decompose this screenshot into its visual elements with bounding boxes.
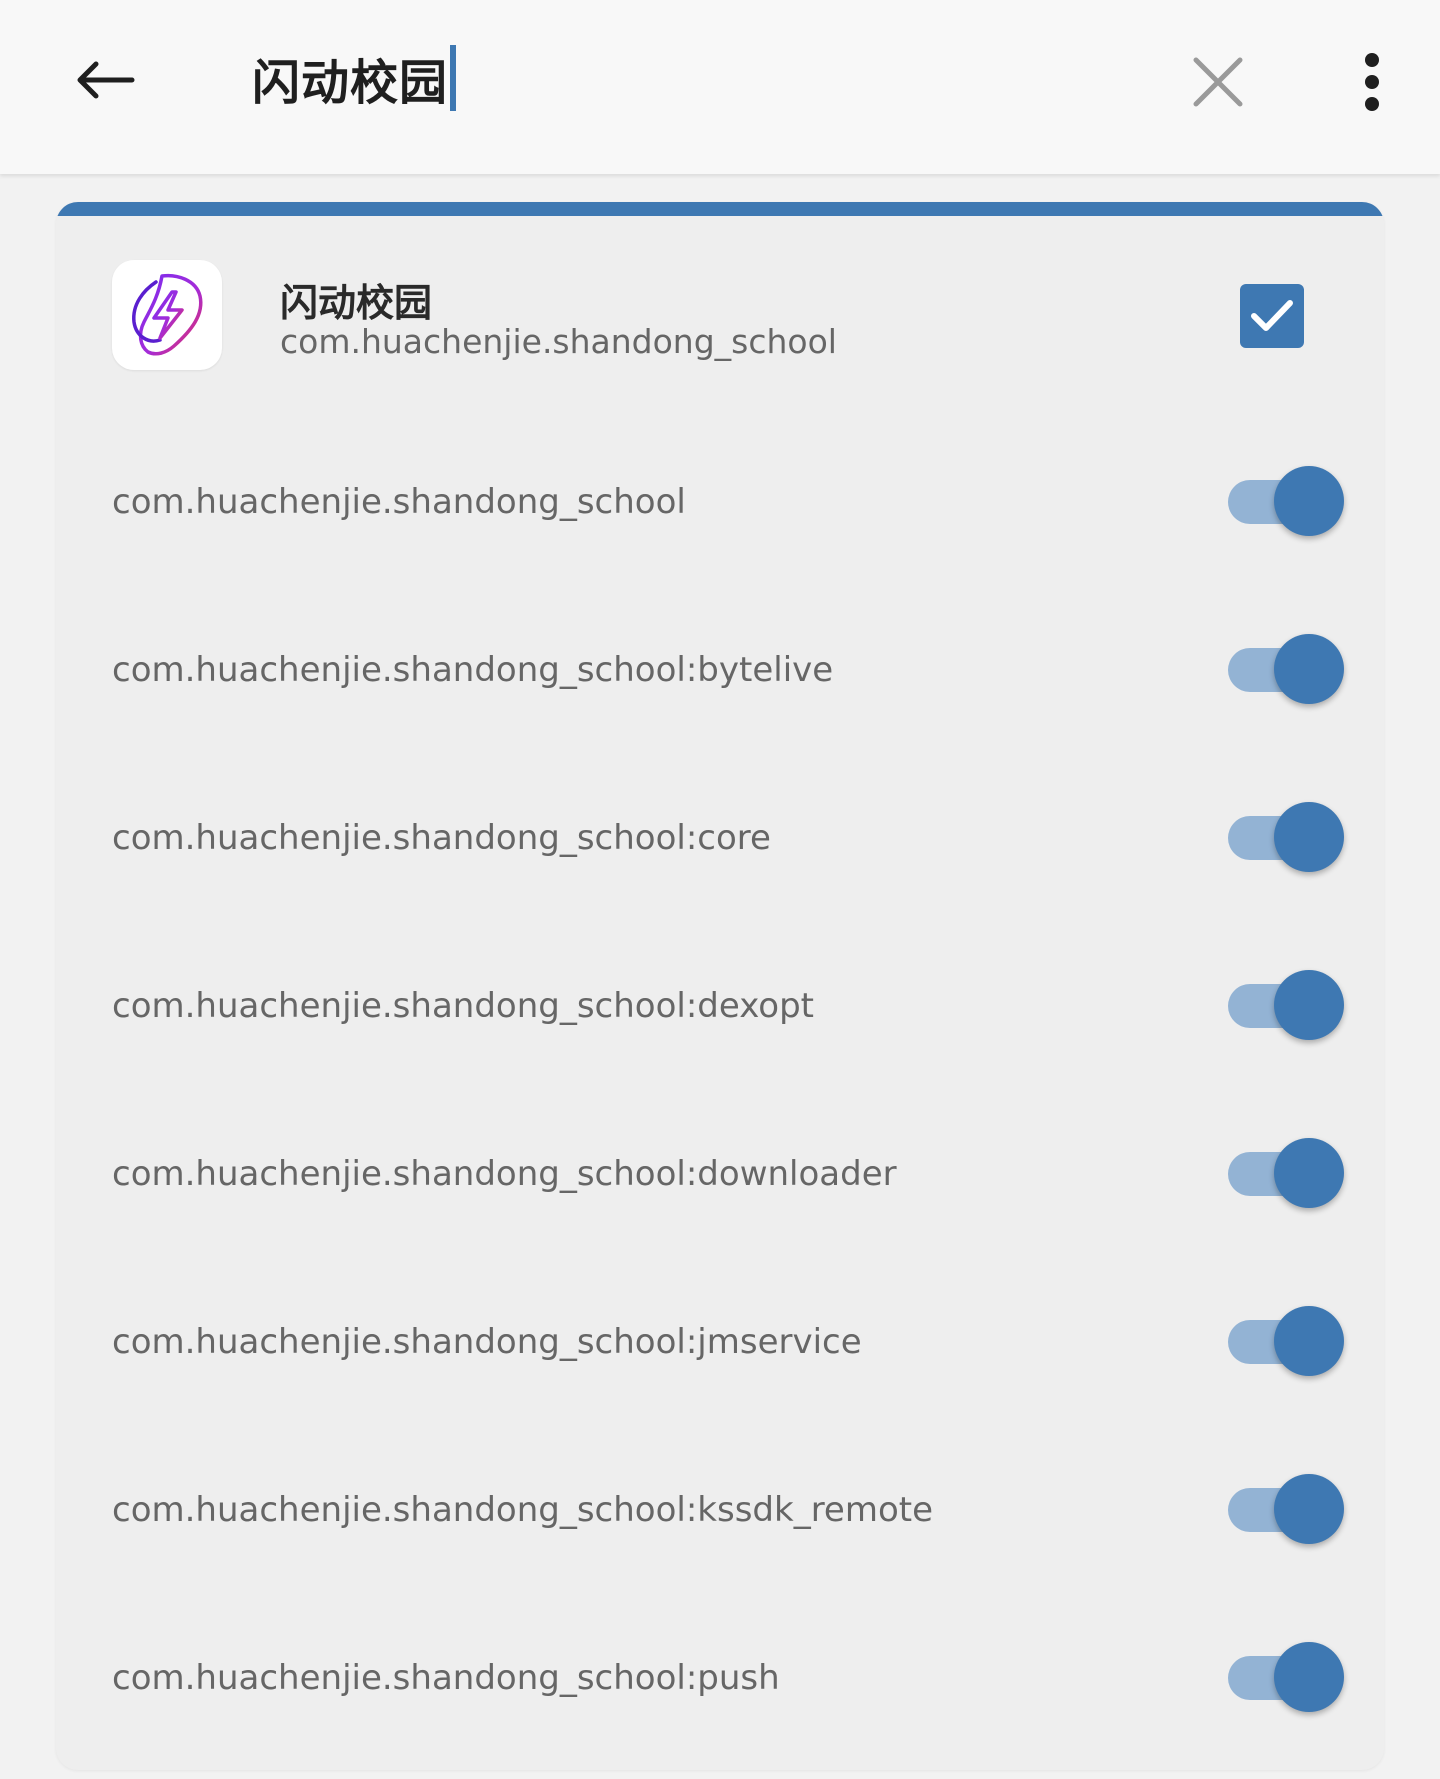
toolbar: 闪动校园	[0, 0, 1440, 174]
app-card: 闪动校园 com.huachenjie.shandong_school com.…	[56, 202, 1384, 1770]
back-button[interactable]	[56, 40, 152, 120]
app-package-name: com.huachenjie.shandong_school	[280, 322, 837, 361]
process-toggle-switch[interactable]	[1228, 802, 1348, 874]
app-header[interactable]: 闪动校园 com.huachenjie.shandong_school	[56, 216, 1384, 406]
switch-thumb	[1274, 466, 1344, 536]
text-caret	[450, 45, 457, 111]
switch-thumb	[1274, 634, 1344, 704]
app-select-checkbox[interactable]	[1240, 284, 1304, 348]
process-name: com.huachenjie.shandong_school:downloade…	[112, 1154, 897, 1194]
switch-thumb	[1274, 970, 1344, 1040]
more-options-button[interactable]	[1330, 38, 1414, 126]
process-list: com.huachenjie.shandong_school com.huache…	[56, 418, 1384, 1762]
search-field[interactable]: 闪动校园	[252, 36, 457, 120]
more-vert-icon	[1365, 53, 1379, 111]
process-row[interactable]: com.huachenjie.shandong_school:core	[56, 754, 1384, 922]
switch-thumb	[1274, 1474, 1344, 1544]
lightning-bolt-app-icon	[132, 273, 203, 356]
switch-thumb	[1274, 1138, 1344, 1208]
app-icon	[112, 260, 222, 370]
process-row[interactable]: com.huachenjie.shandong_school:push	[56, 1594, 1384, 1762]
process-name: com.huachenjie.shandong_school	[112, 482, 686, 522]
switch-thumb	[1274, 802, 1344, 872]
process-row[interactable]: com.huachenjie.shandong_school:jmservice	[56, 1258, 1384, 1426]
process-row[interactable]: com.huachenjie.shandong_school:dexopt	[56, 922, 1384, 1090]
process-row[interactable]: com.huachenjie.shandong_school:downloade…	[56, 1090, 1384, 1258]
process-name: com.huachenjie.shandong_school:kssdk_rem…	[112, 1490, 934, 1530]
process-name: com.huachenjie.shandong_school:dexopt	[112, 986, 814, 1026]
process-toggle-switch[interactable]	[1228, 466, 1348, 538]
process-toggle-switch[interactable]	[1228, 1642, 1348, 1714]
process-name: com.huachenjie.shandong_school:core	[112, 818, 771, 858]
process-toggle-switch[interactable]	[1228, 970, 1348, 1042]
process-toggle-switch[interactable]	[1228, 1306, 1348, 1378]
process-row[interactable]: com.huachenjie.shandong_school:bytelive	[56, 586, 1384, 754]
clear-search-button[interactable]	[1176, 40, 1260, 124]
switch-thumb	[1274, 1642, 1344, 1712]
process-toggle-switch[interactable]	[1228, 1474, 1348, 1546]
search-input[interactable]: 闪动校园	[252, 43, 448, 113]
process-name: com.huachenjie.shandong_school:push	[112, 1658, 780, 1698]
process-name: com.huachenjie.shandong_school:bytelive	[112, 650, 834, 690]
close-icon	[1193, 57, 1243, 107]
app-name: 闪动校园	[280, 281, 433, 325]
arrow-left-icon	[77, 61, 135, 99]
card-accent-bar	[56, 202, 1384, 216]
process-row[interactable]: com.huachenjie.shandong_school	[56, 418, 1384, 586]
check-icon	[1251, 300, 1293, 331]
process-toggle-switch[interactable]	[1228, 634, 1348, 706]
process-name: com.huachenjie.shandong_school:jmservice	[112, 1322, 862, 1362]
process-toggle-switch[interactable]	[1228, 1138, 1348, 1210]
switch-thumb	[1274, 1306, 1344, 1376]
process-row[interactable]: com.huachenjie.shandong_school:kssdk_rem…	[56, 1426, 1384, 1594]
